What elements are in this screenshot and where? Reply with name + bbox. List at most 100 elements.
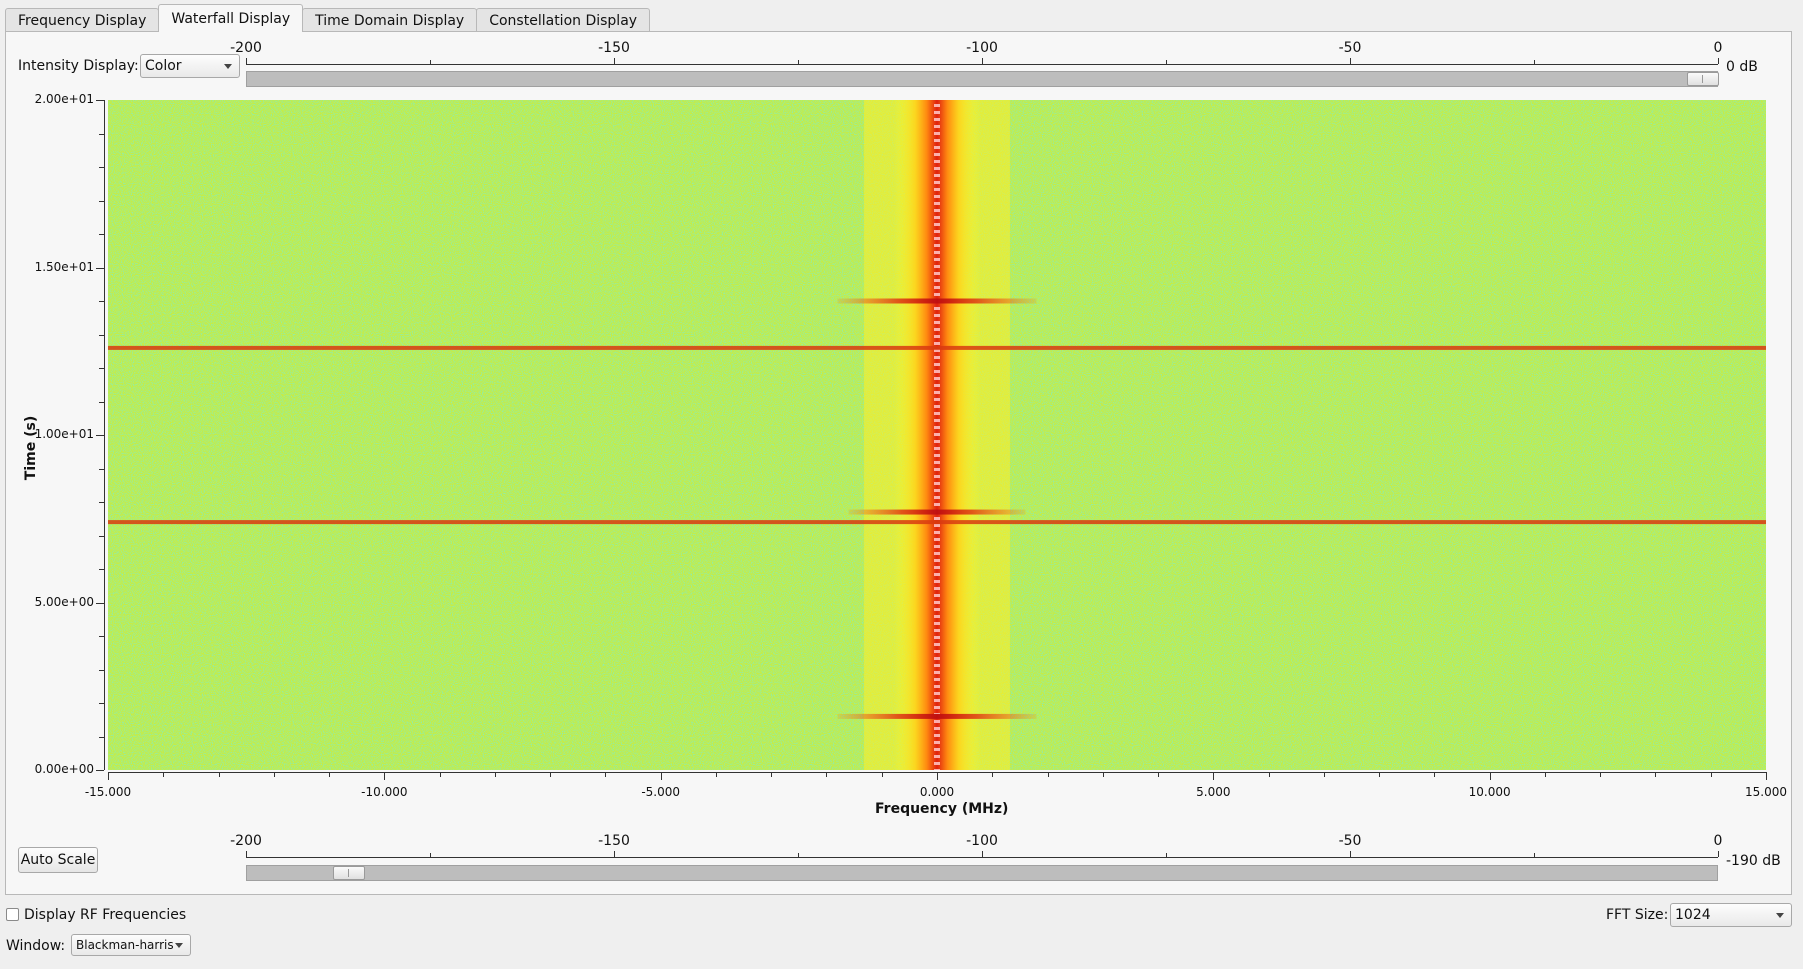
- tab-frequency-display[interactable]: Frequency Display: [5, 8, 160, 32]
- carrier-core-mark: [934, 265, 940, 268]
- scale-tick: [1166, 853, 1167, 857]
- carrier-core-mark: [934, 517, 940, 520]
- min-intensity-slider-handle[interactable]: [333, 866, 365, 880]
- carrier-core-mark: [934, 335, 940, 338]
- burst-line: [848, 509, 1026, 515]
- carrier-core-mark: [934, 433, 940, 436]
- carrier-core-mark: [934, 454, 940, 457]
- y-tick: [96, 267, 104, 269]
- carrier-core-mark: [934, 608, 940, 611]
- carrier-core-mark: [934, 307, 940, 310]
- carrier-core-mark: [934, 685, 940, 688]
- x-tick-label: 10.000: [1468, 785, 1511, 799]
- scale-tick: [798, 60, 799, 64]
- y-tick: [96, 770, 104, 771]
- chevron-down-icon: [224, 64, 232, 69]
- scale-tick: [1350, 851, 1351, 857]
- top-slider-scale: -200 -150 -100 -50 0: [230, 40, 1722, 68]
- carrier-core-mark: [934, 629, 940, 632]
- y-tick: [99, 234, 104, 235]
- carrier-core-mark: [934, 587, 940, 590]
- auto-scale-button[interactable]: Auto Scale: [18, 847, 98, 873]
- x-tick: [1102, 772, 1104, 777]
- scale-tick-label: -100: [966, 40, 998, 56]
- frequency-axis: -15.000 -10.000 -5.000 0.000 5.000 10.000 15.0…: [85, 772, 1787, 802]
- tab-waterfall-display[interactable]: Waterfall Display: [158, 4, 304, 32]
- y-tick: [96, 100, 104, 101]
- carrier-core-mark: [934, 251, 940, 254]
- burst-line: [837, 713, 1037, 719]
- x-tick: [1268, 772, 1270, 777]
- display-rf-label: Display RF Frequencies: [24, 907, 187, 923]
- window-select[interactable]: Blackman-harris: [71, 934, 191, 956]
- carrier-core-mark: [934, 370, 940, 373]
- min-intensity-slider[interactable]: [246, 865, 1718, 881]
- x-tick: [1766, 772, 1767, 780]
- carrier-core-mark: [934, 447, 940, 450]
- y-tick-label: 0.00e+00: [34, 762, 94, 776]
- carrier-core-mark: [934, 195, 940, 198]
- tab-bar: Frequency Display Waterfall Display Time…: [5, 4, 651, 32]
- scale-tick: [798, 853, 799, 857]
- intensity-display-label: Intensity Display:: [18, 58, 139, 74]
- carrier-core-mark: [934, 769, 940, 770]
- scale-tick-label: 0: [1713, 40, 1723, 56]
- max-intensity-slider-handle[interactable]: [1687, 72, 1719, 86]
- tab-constellation-display[interactable]: Constellation Display: [476, 8, 651, 32]
- y-tick: [99, 736, 104, 738]
- carrier-core-mark: [934, 118, 940, 121]
- y-tick: [99, 636, 104, 637]
- scale-tick: [430, 853, 431, 857]
- y-tick: [99, 468, 104, 470]
- fft-size-select[interactable]: 1024: [1670, 903, 1792, 927]
- carrier-core-mark: [934, 657, 940, 660]
- carrier-core-mark: [934, 384, 940, 387]
- carrier-core-mark: [934, 356, 940, 359]
- carrier-core-mark: [934, 503, 940, 506]
- carrier-core-mark: [934, 734, 940, 737]
- carrier-core-mark: [934, 671, 940, 674]
- max-intensity-slider[interactable]: [246, 71, 1719, 87]
- carrier-core-mark: [934, 678, 940, 681]
- scale-tick-label: -150: [598, 40, 630, 56]
- carrier-core-mark: [934, 272, 940, 275]
- waterfall-plot[interactable]: [108, 100, 1766, 770]
- min-intensity-readout: -190 dB: [1726, 853, 1781, 869]
- x-tick: [881, 772, 883, 777]
- x-tick: [715, 772, 717, 777]
- carrier-core-mark: [934, 391, 940, 394]
- x-tick: [771, 772, 773, 777]
- carrier-core-mark: [934, 223, 940, 226]
- x-tick: [1213, 772, 1215, 780]
- burst-line: [108, 345, 1766, 350]
- frequency-axis-label: Frequency (MHz): [875, 801, 1009, 817]
- x-tick-label: -5.000: [641, 785, 680, 799]
- carrier-core-mark: [934, 461, 940, 464]
- window-label: Window:: [6, 938, 66, 954]
- carrier-core-mark: [934, 692, 940, 695]
- x-tick-label: -15.000: [84, 785, 132, 799]
- y-tick: [99, 301, 104, 302]
- carrier-core-mark: [934, 531, 940, 534]
- x-tick: [163, 772, 165, 777]
- x-tick: [1710, 772, 1712, 777]
- carrier-core-mark: [934, 139, 940, 142]
- burst-line: [108, 520, 1766, 525]
- y-tick: [99, 669, 104, 671]
- tab-time-domain-display[interactable]: Time Domain Display: [302, 8, 478, 32]
- carrier-core-mark: [934, 601, 940, 604]
- x-tick: [605, 772, 607, 777]
- intensity-display-select[interactable]: Color: [140, 54, 240, 78]
- carrier-core-mark: [934, 762, 940, 765]
- display-rf-checkbox[interactable]: [6, 908, 19, 921]
- y-tick-label: 5.00e+00: [34, 594, 94, 609]
- carrier-core-mark: [934, 636, 940, 639]
- x-tick: [1434, 772, 1436, 777]
- carrier-core-mark: [934, 741, 940, 744]
- carrier-core-mark: [934, 104, 940, 107]
- carrier-core-mark: [934, 342, 940, 345]
- carrier-core-mark: [934, 615, 940, 618]
- y-tick: [99, 368, 104, 369]
- carrier-core-mark: [934, 188, 940, 191]
- x-tick: [273, 772, 275, 777]
